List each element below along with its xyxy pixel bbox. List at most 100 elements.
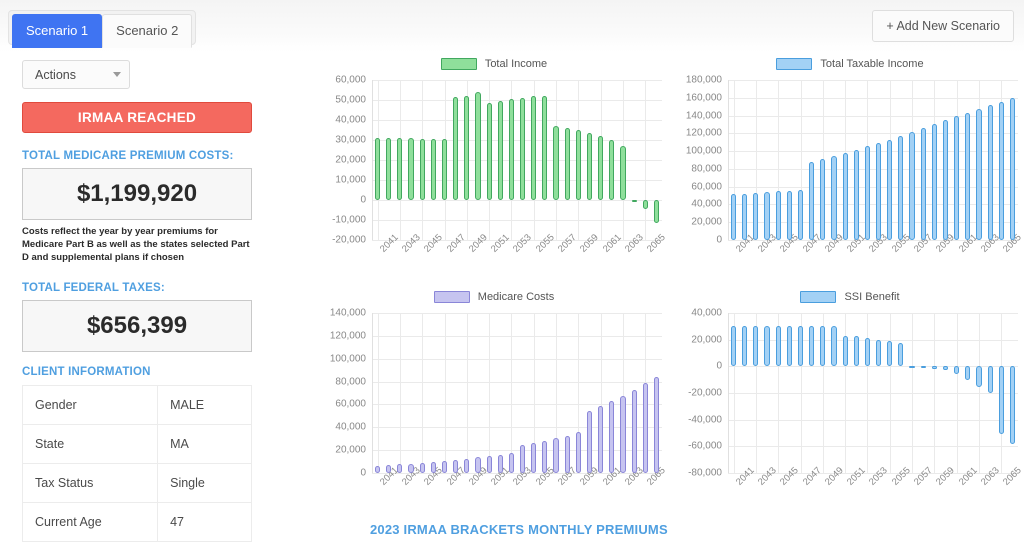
tab-scenario-1[interactable]: Scenario 1 bbox=[12, 14, 103, 48]
chart-bar[interactable] bbox=[809, 326, 815, 367]
chart-bar[interactable] bbox=[430, 139, 436, 200]
chart-bar[interactable] bbox=[731, 194, 737, 240]
chart-bar[interactable] bbox=[876, 143, 882, 240]
chart-bar[interactable] bbox=[441, 460, 448, 473]
chart-bar[interactable] bbox=[853, 149, 859, 240]
chart-bar[interactable] bbox=[430, 461, 436, 473]
chart-bar[interactable] bbox=[831, 326, 837, 367]
chart-bar[interactable] bbox=[375, 465, 381, 473]
chart-bar[interactable] bbox=[820, 159, 826, 240]
chart-bar[interactable] bbox=[586, 132, 593, 200]
chart-bar[interactable] bbox=[909, 132, 915, 240]
chart-bar[interactable] bbox=[764, 326, 770, 367]
chart-bar[interactable] bbox=[887, 139, 893, 240]
chart-bar[interactable] bbox=[898, 135, 904, 240]
chart-bar[interactable] bbox=[864, 146, 870, 240]
chart-bar[interactable] bbox=[386, 465, 392, 473]
chart-bar[interactable] bbox=[775, 191, 781, 240]
chart-bar[interactable] bbox=[553, 438, 559, 473]
chart-bar[interactable] bbox=[631, 389, 637, 473]
chart-bar[interactable] bbox=[620, 145, 626, 200]
chart-bar[interactable] bbox=[842, 335, 848, 367]
chart-bar[interactable] bbox=[920, 128, 926, 240]
chart-bar[interactable] bbox=[820, 326, 826, 367]
chart-bar[interactable] bbox=[998, 366, 1004, 434]
chart-bar[interactable] bbox=[598, 136, 604, 200]
chart-bar[interactable] bbox=[753, 326, 759, 367]
chart-bar[interactable] bbox=[987, 366, 993, 393]
chart-bar[interactable] bbox=[564, 435, 570, 473]
chart-bar[interactable] bbox=[1009, 98, 1015, 240]
chart-bar[interactable] bbox=[564, 127, 570, 200]
chart-bar[interactable] bbox=[508, 453, 514, 473]
chart-bar[interactable] bbox=[942, 120, 949, 240]
chart-bar[interactable] bbox=[920, 366, 926, 369]
chart-bar[interactable] bbox=[642, 200, 648, 209]
chart-bar[interactable] bbox=[508, 99, 514, 200]
chart-bar[interactable] bbox=[797, 189, 804, 240]
chart-bar[interactable] bbox=[531, 442, 537, 473]
chart-bar[interactable] bbox=[419, 138, 425, 200]
chart-bar[interactable] bbox=[419, 462, 425, 473]
chart-bar[interactable] bbox=[786, 190, 792, 240]
chart-bar[interactable] bbox=[542, 440, 548, 473]
chart-bar[interactable] bbox=[998, 101, 1004, 240]
chart-bar[interactable] bbox=[375, 138, 381, 200]
chart-bar[interactable] bbox=[764, 192, 770, 240]
chart-bar[interactable] bbox=[797, 326, 804, 367]
chart-bar[interactable] bbox=[642, 383, 648, 473]
chart-bar[interactable] bbox=[586, 410, 593, 473]
chart-bar[interactable] bbox=[386, 138, 392, 200]
chart-bar[interactable] bbox=[497, 454, 503, 473]
chart-bar[interactable] bbox=[786, 326, 792, 367]
chart-bar[interactable] bbox=[976, 366, 982, 388]
chart-bar[interactable] bbox=[575, 431, 581, 473]
chart-bar[interactable] bbox=[453, 459, 459, 473]
chart-bar[interactable] bbox=[520, 444, 526, 473]
chart-bar[interactable] bbox=[965, 366, 971, 381]
chart-bar[interactable] bbox=[520, 98, 526, 200]
chart-bar[interactable] bbox=[864, 337, 870, 367]
chart-bar[interactable] bbox=[987, 105, 993, 240]
chart-bar[interactable] bbox=[931, 124, 937, 240]
chart-bar[interactable] bbox=[731, 326, 737, 367]
chart-bar[interactable] bbox=[909, 365, 915, 368]
chart-bar[interactable] bbox=[408, 463, 414, 473]
chart-bar[interactable] bbox=[453, 97, 459, 200]
add-new-scenario-button[interactable]: + Add New Scenario bbox=[872, 10, 1014, 42]
actions-dropdown[interactable]: Actions bbox=[22, 60, 130, 89]
chart-bar[interactable] bbox=[598, 406, 604, 473]
chart-bar[interactable] bbox=[965, 112, 971, 240]
chart-bar[interactable] bbox=[1009, 366, 1015, 444]
chart-bar[interactable] bbox=[954, 366, 960, 374]
chart-bar[interactable] bbox=[853, 336, 859, 367]
chart-bar[interactable] bbox=[475, 457, 481, 473]
chart-bar[interactable] bbox=[609, 401, 615, 473]
chart-bar[interactable] bbox=[976, 109, 982, 240]
chart-bar[interactable] bbox=[753, 193, 759, 240]
chart-bar[interactable] bbox=[954, 116, 960, 240]
chart-bar[interactable] bbox=[408, 138, 414, 200]
chart-bar[interactable] bbox=[397, 464, 403, 473]
chart-bar[interactable] bbox=[887, 341, 893, 367]
tab-scenario-2[interactable]: Scenario 2 bbox=[102, 14, 193, 48]
chart-bar[interactable] bbox=[653, 200, 659, 223]
chart-bar[interactable] bbox=[441, 139, 448, 200]
chart-bar[interactable] bbox=[631, 200, 637, 202]
chart-bar[interactable] bbox=[397, 138, 403, 200]
chart-bar[interactable] bbox=[609, 140, 615, 200]
chart-bar[interactable] bbox=[942, 366, 949, 371]
chart-bar[interactable] bbox=[542, 95, 548, 200]
chart-bar[interactable] bbox=[486, 103, 492, 200]
chart-bar[interactable] bbox=[931, 366, 937, 369]
chart-bar[interactable] bbox=[742, 326, 748, 367]
chart-bar[interactable] bbox=[620, 395, 626, 473]
chart-bar[interactable] bbox=[653, 377, 659, 473]
chart-bar[interactable] bbox=[531, 96, 537, 200]
chart-bar[interactable] bbox=[464, 458, 470, 473]
chart-bar[interactable] bbox=[876, 339, 882, 367]
chart-bar[interactable] bbox=[553, 126, 559, 200]
chart-bar[interactable] bbox=[775, 326, 781, 367]
chart-bar[interactable] bbox=[742, 193, 748, 240]
chart-bar[interactable] bbox=[464, 95, 470, 200]
